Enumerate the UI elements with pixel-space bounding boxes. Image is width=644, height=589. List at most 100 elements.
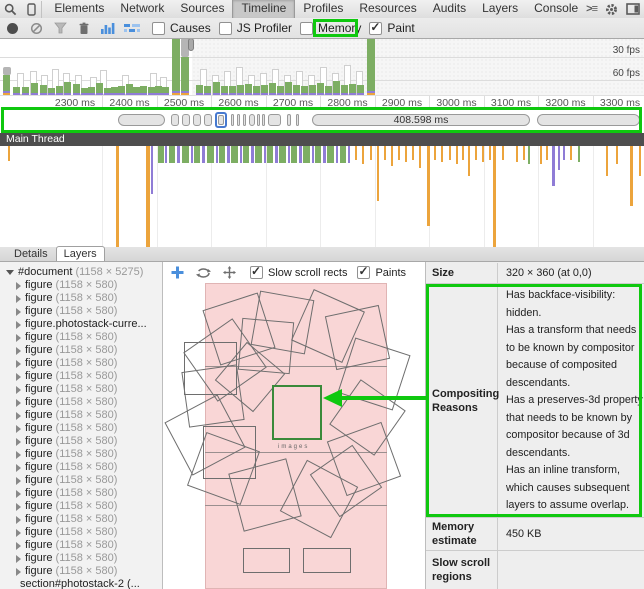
tab-console[interactable]: Console: [526, 0, 586, 18]
flame-event-bar[interactable]: [570, 146, 572, 160]
layer-tree-row[interactable]: figure(1158 × 580): [0, 474, 162, 487]
flame-event-bar[interactable]: [231, 146, 238, 163]
tree-right-arrow-icon[interactable]: [16, 347, 21, 355]
frames-mode-icon[interactable]: [120, 19, 144, 37]
flame-event-bar[interactable]: [370, 146, 372, 160]
layer-tree-row[interactable]: figure(1158 × 580): [0, 422, 162, 435]
flame-event-bar[interactable]: [327, 146, 334, 163]
flame-event-bar[interactable]: [355, 146, 357, 160]
flame-event-bar[interactable]: [279, 146, 286, 163]
overview-window-grip[interactable]: [188, 38, 194, 51]
flame-event-bar[interactable]: [578, 146, 580, 162]
tree-right-arrow-icon[interactable]: [16, 451, 21, 459]
layer-tree-row[interactable]: figure.photostack-curre...: [0, 318, 162, 331]
flame-event-bar[interactable]: [191, 146, 193, 163]
tab-layers[interactable]: Layers: [474, 0, 526, 18]
flame-chart[interactable]: [0, 146, 644, 248]
checkbox-js-profiler[interactable]: JS Profiler: [219, 21, 292, 35]
tree-right-arrow-icon[interactable]: [16, 282, 21, 290]
tree-right-arrow-icon[interactable]: [16, 295, 21, 303]
flame-event-bar[interactable]: [493, 146, 496, 247]
tree-right-arrow-icon[interactable]: [16, 490, 21, 498]
flame-event-bar[interactable]: [267, 146, 273, 163]
tree-right-arrow-icon[interactable]: [16, 477, 21, 485]
flame-event-bar[interactable]: [240, 146, 242, 163]
tab-network[interactable]: Network: [112, 0, 172, 18]
flame-event-bar[interactable]: [323, 146, 326, 163]
flame-event-bar[interactable]: [227, 146, 230, 163]
flame-event-bar[interactable]: [146, 146, 150, 247]
flame-event-bar[interactable]: [449, 146, 451, 160]
details-tab-layers[interactable]: Layers: [56, 246, 105, 261]
tree-right-arrow-icon[interactable]: [16, 438, 21, 446]
selected-layer-rect[interactable]: [272, 385, 322, 440]
flame-event-bar[interactable]: [398, 146, 400, 160]
frame-pill[interactable]: 408.598 ms: [312, 114, 530, 126]
flame-event-bar[interactable]: [405, 146, 407, 162]
flame-event-bar[interactable]: [616, 146, 618, 164]
photo-layer-outline[interactable]: [184, 342, 237, 395]
flame-event-bar[interactable]: [177, 146, 180, 163]
flame-event-bar[interactable]: [275, 146, 278, 163]
flame-event-bar[interactable]: [251, 146, 254, 163]
pan-icon[interactable]: [171, 266, 184, 279]
photo-layer-outline[interactable]: [203, 426, 256, 479]
flame-event-bar[interactable]: [243, 146, 249, 163]
layer-tree-row[interactable]: figure(1158 × 580): [0, 539, 162, 552]
flame-event-bar[interactable]: [558, 146, 560, 170]
tab-sources[interactable]: Sources: [172, 0, 232, 18]
checkbox-paint[interactable]: Paint: [369, 21, 414, 35]
tree-down-arrow-icon[interactable]: [6, 270, 14, 275]
flame-event-bar[interactable]: [219, 146, 225, 163]
flame-event-bar[interactable]: [169, 146, 175, 163]
flame-event-bar[interactable]: [288, 146, 290, 163]
flame-event-bar[interactable]: [116, 146, 119, 247]
frame-pill[interactable]: [118, 114, 165, 126]
layer-3d-canvas[interactable]: images: [163, 283, 425, 589]
flame-event-bar[interactable]: [151, 146, 153, 194]
flame-event-bar[interactable]: [207, 146, 214, 163]
clear-button[interactable]: [24, 19, 48, 37]
layer-tree-row[interactable]: figure(1158 × 580): [0, 513, 162, 526]
details-tab-details[interactable]: Details: [6, 246, 56, 261]
filter-icon[interactable]: [48, 19, 72, 37]
tree-right-arrow-icon[interactable]: [16, 308, 21, 316]
layer-tree-row[interactable]: figure(1158 × 580): [0, 526, 162, 539]
flame-event-bar[interactable]: [528, 146, 530, 164]
flame-event-bar[interactable]: [516, 146, 518, 162]
tree-right-arrow-icon[interactable]: [16, 412, 21, 420]
checkbox-causes[interactable]: Causes: [152, 21, 211, 35]
tree-right-arrow-icon[interactable]: [16, 386, 21, 394]
flame-event-bar[interactable]: [194, 146, 200, 163]
tab-elements[interactable]: Elements: [46, 0, 112, 18]
checkbox-slow-scroll-rects[interactable]: Slow scroll rects: [250, 266, 347, 279]
flame-event-bar[interactable]: [606, 146, 608, 176]
frame-pill[interactable]: [249, 114, 255, 126]
flame-event-bar[interactable]: [216, 146, 218, 163]
tree-right-arrow-icon[interactable]: [16, 555, 21, 563]
layer-tree-row[interactable]: section#photostack-2 (...: [0, 578, 162, 589]
thumbnail-layer-outline[interactable]: [243, 548, 290, 573]
flame-event-bar[interactable]: [630, 146, 633, 206]
console-drawer-icon[interactable]: >≡: [586, 3, 597, 15]
flame-event-bar[interactable]: [264, 146, 266, 163]
flame-event-bar[interactable]: [563, 146, 565, 160]
flame-event-bar[interactable]: [475, 146, 477, 160]
tree-right-arrow-icon[interactable]: [16, 360, 21, 368]
trash-icon[interactable]: [72, 19, 96, 37]
flame-event-bar[interactable]: [462, 146, 464, 160]
layer-tree-row[interactable]: figure(1158 × 580): [0, 383, 162, 396]
frame-pill[interactable]: [257, 114, 260, 126]
layer-tree-row[interactable]: figure(1158 × 580): [0, 487, 162, 500]
flame-event-bar[interactable]: [291, 146, 297, 163]
tab-resources[interactable]: Resources: [351, 0, 424, 18]
layer-tree-row[interactable]: figure(1158 × 580): [0, 448, 162, 461]
flame-event-bar[interactable]: [340, 146, 346, 163]
flame-event-bar[interactable]: [489, 146, 491, 160]
device-icon[interactable]: [21, 1, 43, 18]
flame-event-bar[interactable]: [441, 146, 443, 162]
layer-tree-row[interactable]: figure(1158 × 580): [0, 344, 162, 357]
layer-tree-row[interactable]: figure(1158 × 580): [0, 552, 162, 565]
layer-tree-row[interactable]: figure(1158 × 580): [0, 370, 162, 383]
flame-event-bar[interactable]: [502, 146, 504, 160]
